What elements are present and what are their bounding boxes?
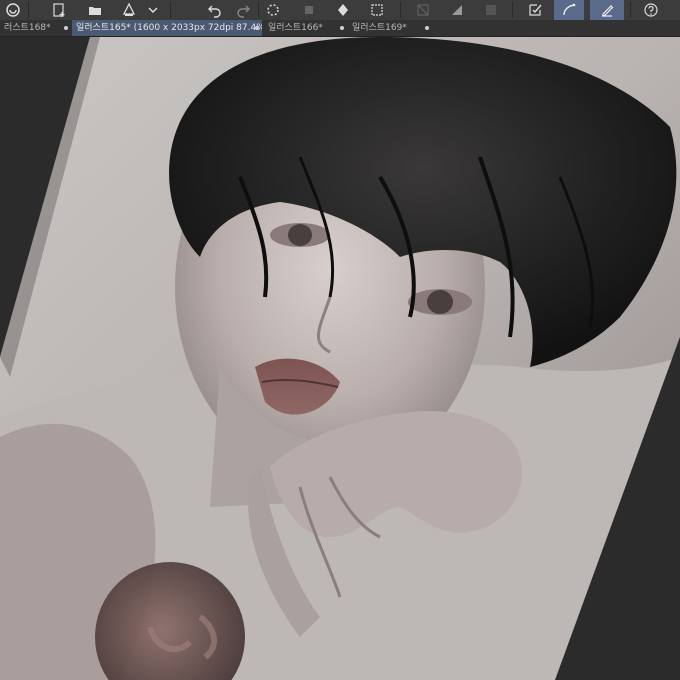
copy-icon[interactable] [296, 0, 322, 20]
toolbar-divider [512, 2, 513, 18]
canvas-area[interactable] [0, 37, 680, 680]
invert-selection-icon[interactable] [444, 0, 470, 20]
fill-icon[interactable] [478, 0, 504, 20]
close-tab-icon[interactable] [340, 26, 344, 30]
toolbar-divider [170, 2, 171, 18]
curve-pen-icon[interactable] [554, 0, 584, 20]
deselect-icon[interactable] [410, 0, 436, 20]
toolbar-divider [400, 2, 401, 18]
save-icon[interactable] [116, 0, 142, 20]
tab-label: 일러스트166* [268, 23, 323, 33]
tab-label: 일러스트165* (1600 x 2033px 72dpi 87.4%) [76, 23, 262, 33]
app-logo-icon[interactable] [0, 0, 26, 20]
tab-label: 일러스트169* [352, 23, 407, 33]
open-folder-icon[interactable] [82, 0, 108, 20]
tab-illust165[interactable]: 일러스트165* (1600 x 2033px 72dpi 87.4%) [72, 20, 262, 36]
close-tab-icon[interactable] [425, 26, 429, 30]
new-canvas-icon[interactable] [46, 0, 72, 20]
tab-illust168[interactable]: 러스트168* [0, 20, 70, 36]
undo-icon[interactable] [202, 0, 228, 20]
close-tab-icon[interactable] [255, 26, 259, 30]
tab-illust166[interactable]: 일러스트166* [264, 20, 344, 36]
rotated-artwork-canvas[interactable] [0, 37, 680, 680]
checkmark-pen-icon[interactable] [522, 0, 548, 20]
main-toolbar [0, 0, 680, 21]
edit-pen-icon[interactable] [590, 0, 624, 20]
toolbar-divider [258, 2, 259, 18]
loading-spinner-icon[interactable] [260, 0, 286, 20]
right-iris [427, 290, 453, 314]
left-iris [288, 224, 312, 246]
toolbar-divider [28, 2, 29, 18]
tab-label: 러스트168* [4, 23, 51, 33]
close-tab-icon[interactable] [64, 26, 68, 30]
select-all-icon[interactable] [364, 0, 390, 20]
dropdown-chevron-icon[interactable] [144, 0, 162, 20]
redo-icon[interactable] [230, 0, 256, 20]
transform-icon[interactable] [330, 0, 356, 20]
document-tab-bar: 러스트168* 일러스트165* (1600 x 2033px 72dpi 87… [0, 20, 680, 37]
help-icon[interactable] [638, 0, 664, 20]
toolbar-divider [630, 2, 631, 18]
